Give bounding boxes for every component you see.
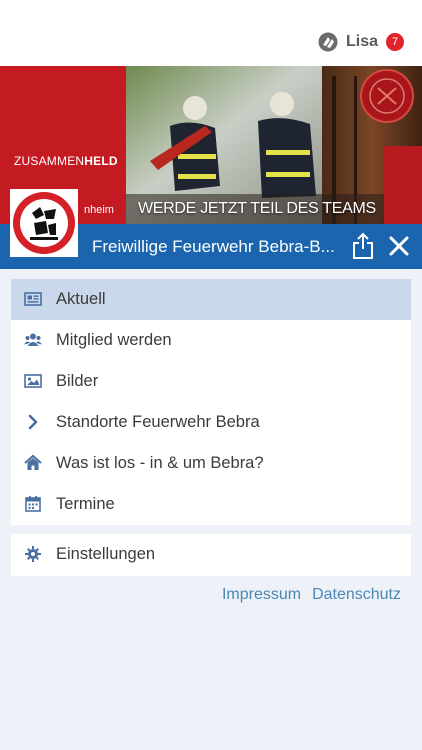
menu-item-label: Was ist los - in & um Bebra? [56,454,264,472]
top-bar: Lisa 7 [0,0,422,66]
menu-item-label: Einstellungen [56,545,156,563]
fire-department-crest-logo [10,189,78,257]
chevron-right-icon [28,414,38,430]
image-icon [24,374,42,388]
menu-item-label: Mitglied werden [56,331,172,349]
menu-item-was-ist-los[interactable]: Was ist los - in & um Bebra? [11,443,411,484]
menu-item-label: Termine [56,495,115,513]
newspaper-icon [24,292,42,306]
menu-item-bilder[interactable]: Bilder [11,361,411,402]
users-icon [24,333,42,346]
user-account-button[interactable]: Lisa 7 [318,32,404,52]
menu-item-termine[interactable]: Termine [11,484,411,525]
page-title: Freiwillige Feuerwehr Bebra-B... [92,237,335,256]
menu-item-aktuell[interactable]: Aktuell [11,279,411,320]
menu-item-einstellungen[interactable]: Einstellungen [11,534,411,576]
navigation-menu: Aktuell Mitglied werden Bilder Standorte… [11,279,411,525]
share-icon[interactable] [351,232,375,260]
banner-location-text: nheim [84,204,114,216]
menu-item-label: Bilder [56,372,99,390]
menu-item-label: Standorte Feuerwehr Bebra [56,413,260,431]
footer-links: Impressum Datenschutz [222,586,401,604]
crest-icon [13,192,75,254]
datenschutz-link[interactable]: Datenschutz [312,586,401,604]
impressum-link[interactable]: Impressum [222,586,301,604]
app-logo-icon [318,32,338,52]
gear-icon [25,546,41,562]
user-name: Lisa [345,33,378,50]
banner-brand-text: ZUSAMMENHELD [14,154,118,168]
banner-slogan: WERDE JETZT TEIL DES TEAMS [138,200,376,217]
menu-item-standorte[interactable]: Standorte Feuerwehr Bebra [11,402,411,443]
menu-item-mitglied-werden[interactable]: Mitglied werden [11,320,411,361]
notification-badge[interactable]: 7 [386,33,404,51]
menu-item-label: Aktuell [56,290,106,308]
home-icon [24,454,42,470]
calendar-icon [25,496,41,512]
close-icon[interactable] [388,235,410,257]
